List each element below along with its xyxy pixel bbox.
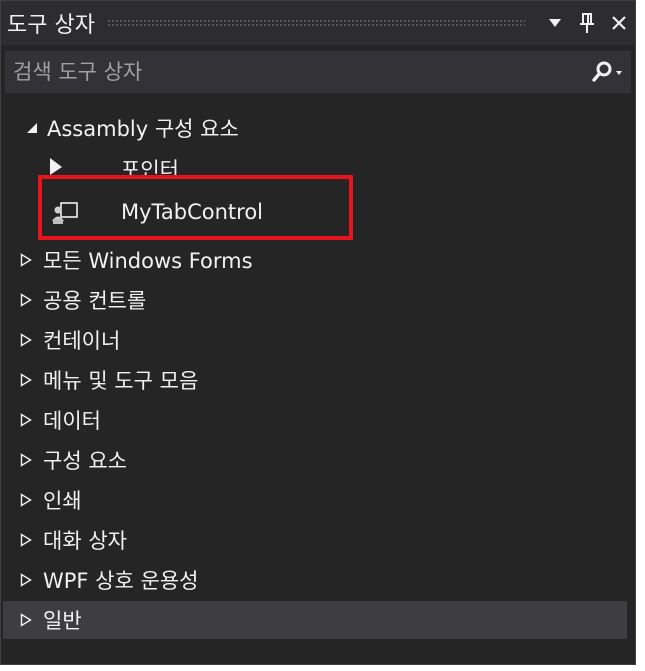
tree-category-label: 구성 요소: [43, 449, 127, 473]
collapsed-arrow-icon[interactable]: [15, 601, 37, 639]
tree-item-label: 포인터: [121, 158, 179, 175]
expanded-arrow-icon[interactable]: [21, 109, 43, 147]
tree-category-label: WPF 상호 운용성: [43, 569, 199, 593]
tree-category-general[interactable]: 일반: [3, 601, 627, 639]
tree-category-components[interactable]: 구성 요소: [3, 441, 627, 479]
drag-grip[interactable]: [106, 19, 525, 27]
tree-category-menus-toolbars[interactable]: 메뉴 및 도구 모음: [3, 361, 627, 399]
tree-category-label: 공용 컨트롤: [43, 289, 147, 313]
toolbox-search-box: [5, 50, 631, 94]
tree-category-containers[interactable]: 컨테이너: [3, 321, 627, 359]
tree-item-pointer[interactable]: 포인터: [49, 145, 627, 175]
toolbox-titlebar[interactable]: 도구 상자: [1, 1, 635, 45]
tree-category-label: 일반: [43, 609, 82, 633]
collapsed-arrow-icon[interactable]: [15, 401, 37, 439]
pin-icon: [580, 13, 594, 33]
tree-category-common-controls[interactable]: 공용 컨트롤: [3, 281, 627, 319]
close-button[interactable]: [603, 7, 635, 39]
tree-group-assembly[interactable]: Assambly 구성 요소: [3, 109, 627, 147]
pin-button[interactable]: [571, 7, 603, 39]
collapsed-arrow-icon[interactable]: [15, 561, 37, 599]
collapsed-arrow-icon[interactable]: [15, 441, 37, 479]
collapsed-arrow-icon[interactable]: [15, 521, 37, 559]
tree-category-data[interactable]: 데이터: [3, 401, 627, 439]
close-icon: [612, 16, 626, 30]
window-options-button[interactable]: [539, 7, 571, 39]
toolbox-search-input[interactable]: [5, 50, 585, 94]
tree-group-label: Assambly 구성 요소: [47, 117, 239, 141]
collapsed-arrow-icon[interactable]: [15, 361, 37, 399]
tree-category-label: 메뉴 및 도구 모음: [43, 369, 199, 393]
tree-category-dialogs[interactable]: 대화 상자: [3, 521, 627, 559]
toolbox-panel: 도구 상자 검색 도구 상자 Assambly 구성 요소 포인터 MyTabC…: [0, 0, 636, 665]
tree-category-all-windows-forms[interactable]: 모든 Windows Forms: [3, 241, 627, 279]
tree-category-label: 컨테이너: [43, 329, 121, 353]
dropdown-triangle-icon: [549, 19, 561, 27]
tree-category-wpf-interop[interactable]: WPF 상호 운용성: [3, 561, 627, 599]
tree-category-printing[interactable]: 인쇄: [3, 481, 627, 519]
tree-item-mytabcontrol[interactable]: MyTabControl: [49, 193, 627, 231]
toolbox-title: 도구 상자: [7, 13, 95, 38]
collapsed-arrow-icon[interactable]: [15, 321, 37, 359]
collapsed-arrow-icon[interactable]: [15, 281, 37, 319]
collapsed-arrow-icon[interactable]: [15, 241, 37, 279]
search-button[interactable]: [585, 51, 631, 93]
collapsed-arrow-icon[interactable]: [15, 481, 37, 519]
search-icon: [592, 61, 622, 82]
pointer-icon: [49, 145, 65, 175]
tree-category-label: 인쇄: [43, 489, 82, 513]
tree-category-label: 데이터: [43, 409, 101, 433]
tree-item-label: MyTabControl: [121, 200, 264, 224]
tree-category-label: 대화 상자: [43, 529, 127, 553]
user-control-icon: [49, 193, 89, 231]
tree-category-label: 모든 Windows Forms: [43, 249, 253, 273]
